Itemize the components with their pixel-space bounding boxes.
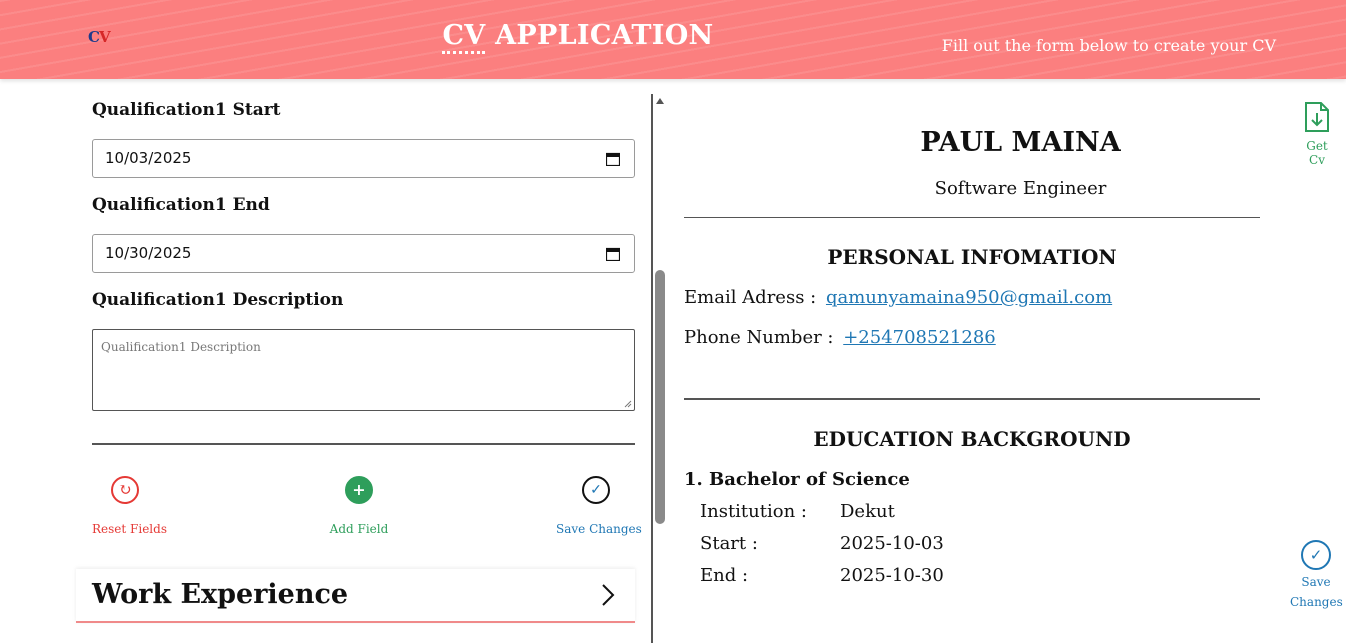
textarea-placeholder: Qualification1 Description	[101, 340, 261, 354]
start-label: Start :	[700, 533, 758, 554]
sidebar-save-label-line1: Save	[1301, 575, 1331, 589]
cv-role: Software Engineer	[934, 178, 1107, 199]
scroll-up-arrow-icon[interactable]	[655, 97, 665, 105]
email-row: Email Adress : qamunyamaina950@gmail.com	[684, 287, 1112, 308]
cv-name: PAUL MAINA	[920, 127, 1121, 158]
calendar-icon[interactable]	[606, 152, 620, 166]
resize-grip-icon[interactable]	[624, 400, 632, 408]
form-divider	[92, 443, 635, 445]
get-cv-button[interactable]: Get Cv	[1297, 101, 1337, 167]
institution-label: Institution :	[700, 501, 807, 522]
phone-label: Phone Number :	[684, 327, 834, 348]
qualification-description-label: Qualification1 Description	[92, 290, 344, 310]
preview-divider	[684, 398, 1260, 400]
qualification-start-label: Qualification1 Start	[92, 100, 281, 120]
email-link[interactable]: qamunyamaina950@gmail.com	[826, 287, 1112, 308]
sidebar-save-changes-button[interactable]: ✓ Save Changes	[1290, 540, 1343, 612]
save-changes-button[interactable]: ✓ Save Changes	[556, 476, 642, 536]
end-label: End :	[700, 565, 749, 586]
scrollbar-thumb[interactable]	[655, 270, 665, 524]
get-cv-label: Get Cv	[1306, 139, 1328, 167]
qualification-end-input[interactable]: 10/30/2025	[92, 234, 635, 273]
qualification-start-input[interactable]: 10/03/2025	[92, 139, 635, 178]
work-experience-accordion[interactable]: Work Experience	[76, 569, 635, 623]
cv-preview: PAUL MAINA Software Engineer PERSONAL IN…	[684, 80, 1260, 643]
reset-fields-button[interactable]: ↻ Reset Fields	[92, 476, 167, 536]
education-institution-row: Institution : Dekut	[700, 501, 895, 522]
phone-link[interactable]: +254708521286	[843, 327, 996, 348]
phone-row: Phone Number : +254708521286	[684, 327, 996, 348]
file-download-icon	[1305, 102, 1329, 132]
check-icon: ✓	[582, 476, 610, 504]
preview-divider	[684, 217, 1260, 218]
education-start-row: Start : 2025-10-03	[700, 533, 944, 554]
education-entry-heading: 1. Bachelor of Science	[684, 469, 910, 490]
reset-fields-label: Reset Fields	[92, 522, 167, 536]
plus-icon: +	[345, 476, 373, 504]
calendar-icon[interactable]	[606, 247, 620, 261]
end-value: 2025-10-30	[840, 565, 944, 586]
sidebar-save-label-line2: Changes	[1290, 595, 1343, 609]
app-header: C V CV APPLICATION Fill out the form bel…	[0, 0, 1346, 79]
qualification-start-value: 10/03/2025	[105, 149, 192, 167]
work-experience-title: Work Experience	[92, 579, 349, 610]
start-value: 2025-10-03	[840, 533, 944, 554]
chevron-right-icon[interactable]	[601, 583, 615, 607]
header-subtitle: Fill out the form below to create your C…	[941, 36, 1276, 55]
qualification-end-label: Qualification1 End	[92, 195, 270, 215]
cv-form: Qualification1 Start 10/03/2025 Qualific…	[76, 80, 652, 643]
education-background-heading: EDUCATION BACKGROUND	[813, 427, 1131, 451]
reset-icon: ↻	[111, 476, 139, 504]
email-label: Email Adress :	[684, 287, 817, 308]
add-field-button[interactable]: + Add Field	[324, 476, 394, 536]
panel-divider	[651, 94, 653, 643]
qualification-end-value: 10/30/2025	[105, 244, 192, 262]
qualification-description-textarea[interactable]: Qualification1 Description	[92, 329, 635, 411]
personal-information-heading: PERSONAL INFOMATION	[827, 245, 1117, 269]
institution-value: Dekut	[840, 501, 895, 522]
education-end-row: End : 2025-10-30	[700, 565, 944, 586]
check-icon: ✓	[1301, 540, 1331, 570]
add-field-label: Add Field	[329, 522, 389, 536]
save-changes-label: Save Changes	[556, 522, 642, 536]
